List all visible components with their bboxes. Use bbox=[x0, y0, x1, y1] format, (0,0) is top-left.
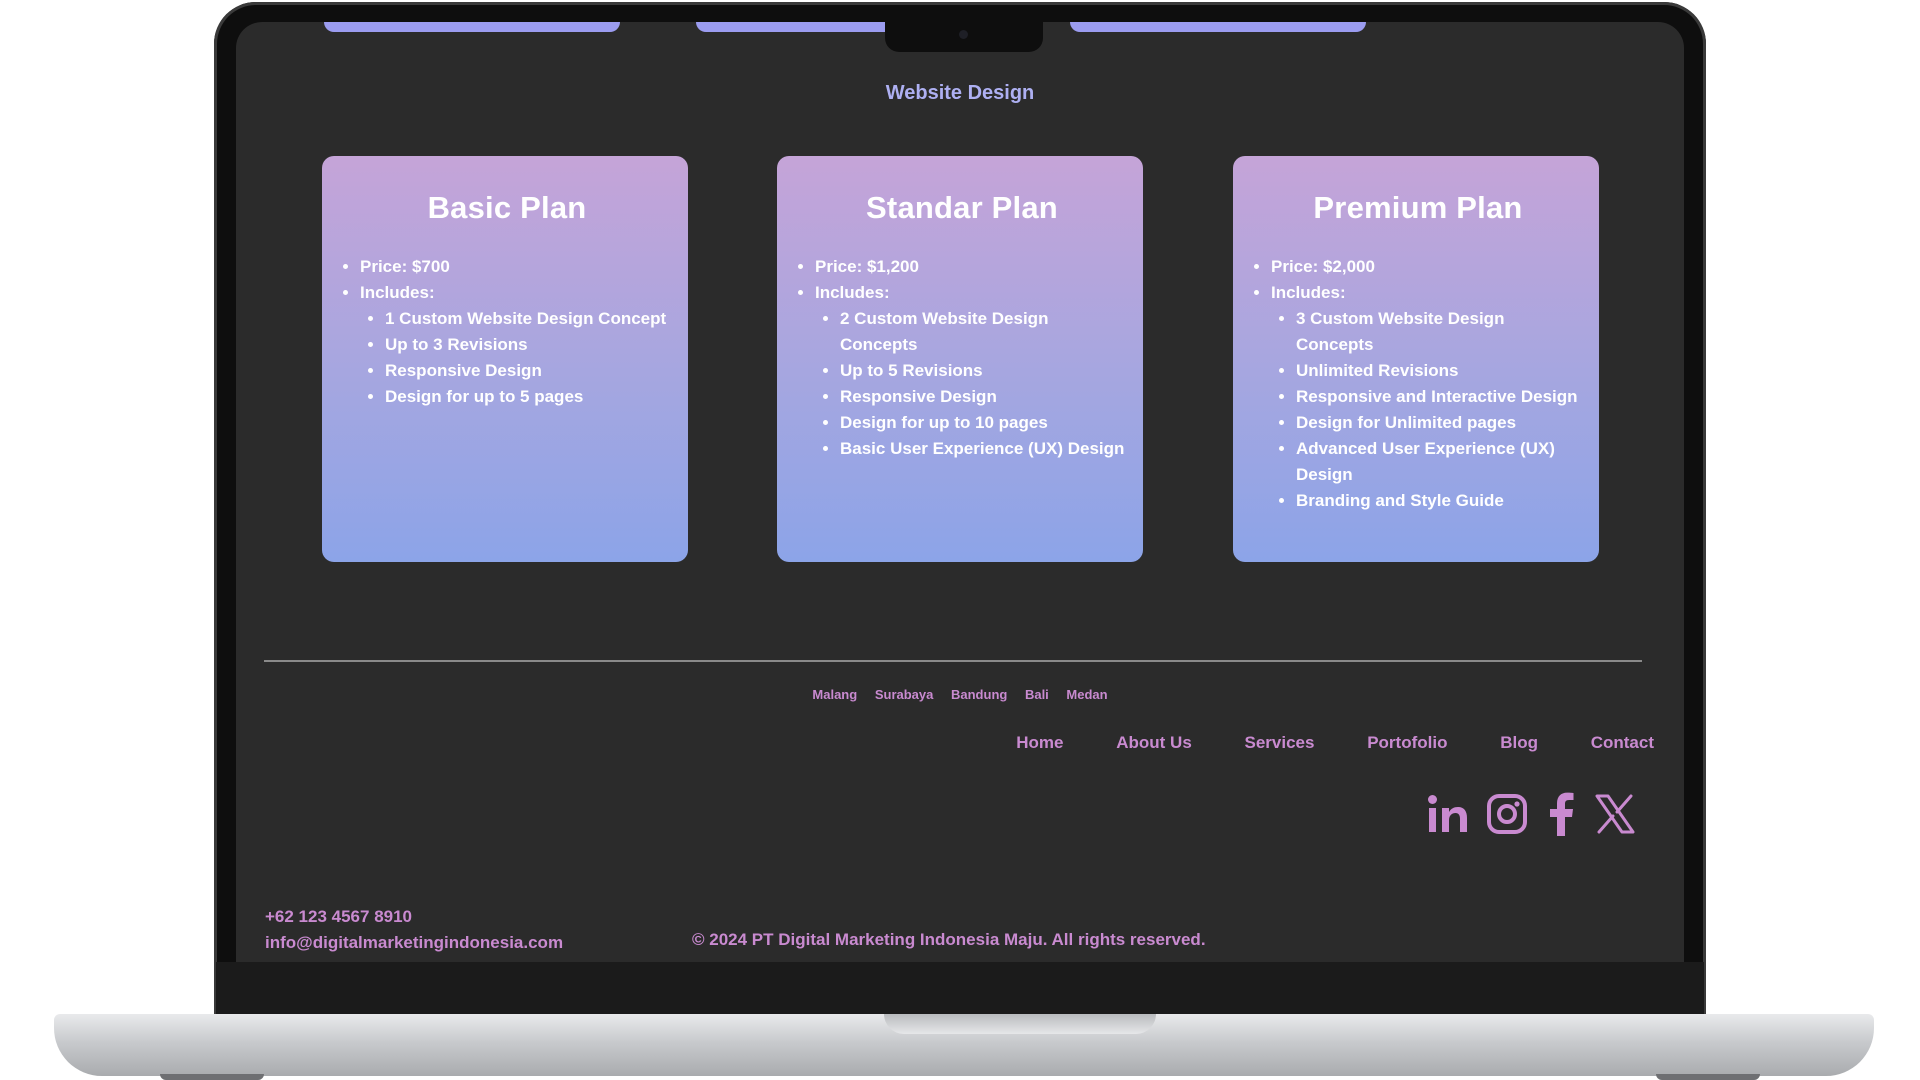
camera-icon bbox=[959, 30, 968, 39]
list-item: Unlimited Revisions bbox=[1296, 358, 1585, 384]
city-label: Malang bbox=[812, 687, 858, 702]
plan-name: Basic Plan bbox=[427, 190, 587, 225]
laptop-base bbox=[54, 1014, 1874, 1076]
section-title: Website Design bbox=[885, 82, 1035, 104]
instagram-icon[interactable] bbox=[1486, 793, 1528, 835]
footer-divider bbox=[264, 660, 1642, 662]
copyright-text: © 2024 PT Digital Marketing Indonesia Ma… bbox=[692, 930, 1206, 949]
city-label: Bandung bbox=[951, 687, 1008, 702]
pricing-card-premium[interactable]: Premium Plan Price: $2,000 Includes: 3 C… bbox=[1233, 156, 1599, 562]
plan-includes: Includes: 3 Custom Website Design Concep… bbox=[1271, 280, 1585, 514]
plan-name: Standar Plan bbox=[866, 190, 1058, 225]
includes-list: 2 Custom Website Design Concepts Up to 5… bbox=[815, 306, 1129, 462]
footer-nav: Home About Us Services Portofolio Blog C… bbox=[968, 733, 1654, 753]
city-label: Surabaya bbox=[874, 687, 934, 702]
card-top-edge bbox=[324, 22, 620, 32]
list-item: Responsive Design bbox=[840, 384, 1129, 410]
nav-link-about-us[interactable]: About Us bbox=[1116, 733, 1192, 752]
plan-price: Price: $2,000 bbox=[1271, 254, 1585, 280]
laptop-foot-right bbox=[1656, 1074, 1760, 1080]
includes-list: 1 Custom Website Design Concept Up to 3 … bbox=[360, 306, 674, 410]
city-label: Medan bbox=[1066, 687, 1108, 702]
list-item: Branding and Style Guide bbox=[1296, 488, 1585, 514]
social-links bbox=[1426, 792, 1636, 836]
footer-contact: +62 123 4567 8910 info@digitalmarketingi… bbox=[265, 904, 563, 956]
footer-cities: Malang Surabaya Bandung Bali Medan bbox=[236, 687, 1684, 702]
nav-link-blog[interactable]: Blog bbox=[1500, 733, 1538, 752]
includes-label: Includes: bbox=[815, 283, 890, 302]
plan-includes: Includes: 2 Custom Website Design Concep… bbox=[815, 280, 1129, 462]
facebook-icon[interactable] bbox=[1544, 792, 1578, 836]
includes-label: Includes: bbox=[360, 283, 435, 302]
nav-link-contact[interactable]: Contact bbox=[1591, 733, 1654, 752]
plan-price: Price: $1,200 bbox=[815, 254, 1129, 280]
list-item: Design for Unlimited pages bbox=[1296, 410, 1585, 436]
list-item: Responsive Design bbox=[385, 358, 674, 384]
plan-features: Price: $1,200 Includes: 2 Custom Website… bbox=[795, 254, 1129, 462]
list-item: Advanced User Experience (UX) Design bbox=[1296, 436, 1585, 488]
nav-link-home[interactable]: Home bbox=[1016, 733, 1063, 752]
list-item: Basic User Experience (UX) Design bbox=[840, 436, 1129, 462]
email-link[interactable]: info@digitalmarketingindonesia.com bbox=[265, 930, 563, 956]
list-item: 1 Custom Website Design Concept bbox=[385, 306, 674, 332]
laptop-base-groove bbox=[884, 1014, 1156, 1034]
linkedin-icon[interactable] bbox=[1426, 792, 1470, 836]
plan-price: Price: $700 bbox=[360, 254, 674, 280]
card-top-edge bbox=[1070, 22, 1366, 32]
plan-features: Price: $2,000 Includes: 3 Custom Website… bbox=[1251, 254, 1585, 514]
nav-link-services[interactable]: Services bbox=[1245, 733, 1315, 752]
includes-list: 3 Custom Website Design Concepts Unlimit… bbox=[1271, 306, 1585, 514]
laptop-foot-left bbox=[160, 1074, 264, 1080]
includes-label: Includes: bbox=[1271, 283, 1346, 302]
pricing-card-standard[interactable]: Standar Plan Price: $1,200 Includes: 2 C… bbox=[777, 156, 1143, 562]
list-item: 3 Custom Website Design Concepts bbox=[1296, 306, 1585, 358]
list-item: Design for up to 5 pages bbox=[385, 384, 674, 410]
x-icon[interactable] bbox=[1594, 793, 1636, 835]
laptop-bezel-bottom bbox=[216, 962, 1704, 1016]
plan-includes: Includes: 1 Custom Website Design Concep… bbox=[360, 280, 674, 410]
plan-name: Premium Plan bbox=[1313, 190, 1523, 225]
list-item: Responsive and Interactive Design bbox=[1296, 384, 1585, 410]
laptop-screen: Website Design Basic Plan Price: $700 In… bbox=[236, 22, 1684, 962]
city-label: Bali bbox=[1024, 687, 1049, 702]
nav-link-portofolio[interactable]: Portofolio bbox=[1367, 733, 1447, 752]
list-item: Design for up to 10 pages bbox=[840, 410, 1129, 436]
list-item: Up to 5 Revisions bbox=[840, 358, 1129, 384]
list-item: Up to 3 Revisions bbox=[385, 332, 674, 358]
camera-notch bbox=[885, 18, 1043, 52]
list-item: 2 Custom Website Design Concepts bbox=[840, 306, 1129, 358]
pricing-card-basic[interactable]: Basic Plan Price: $700 Includes: 1 Custo… bbox=[322, 156, 688, 562]
plan-features: Price: $700 Includes: 1 Custom Website D… bbox=[340, 254, 674, 410]
phone-number: +62 123 4567 8910 bbox=[265, 907, 413, 926]
